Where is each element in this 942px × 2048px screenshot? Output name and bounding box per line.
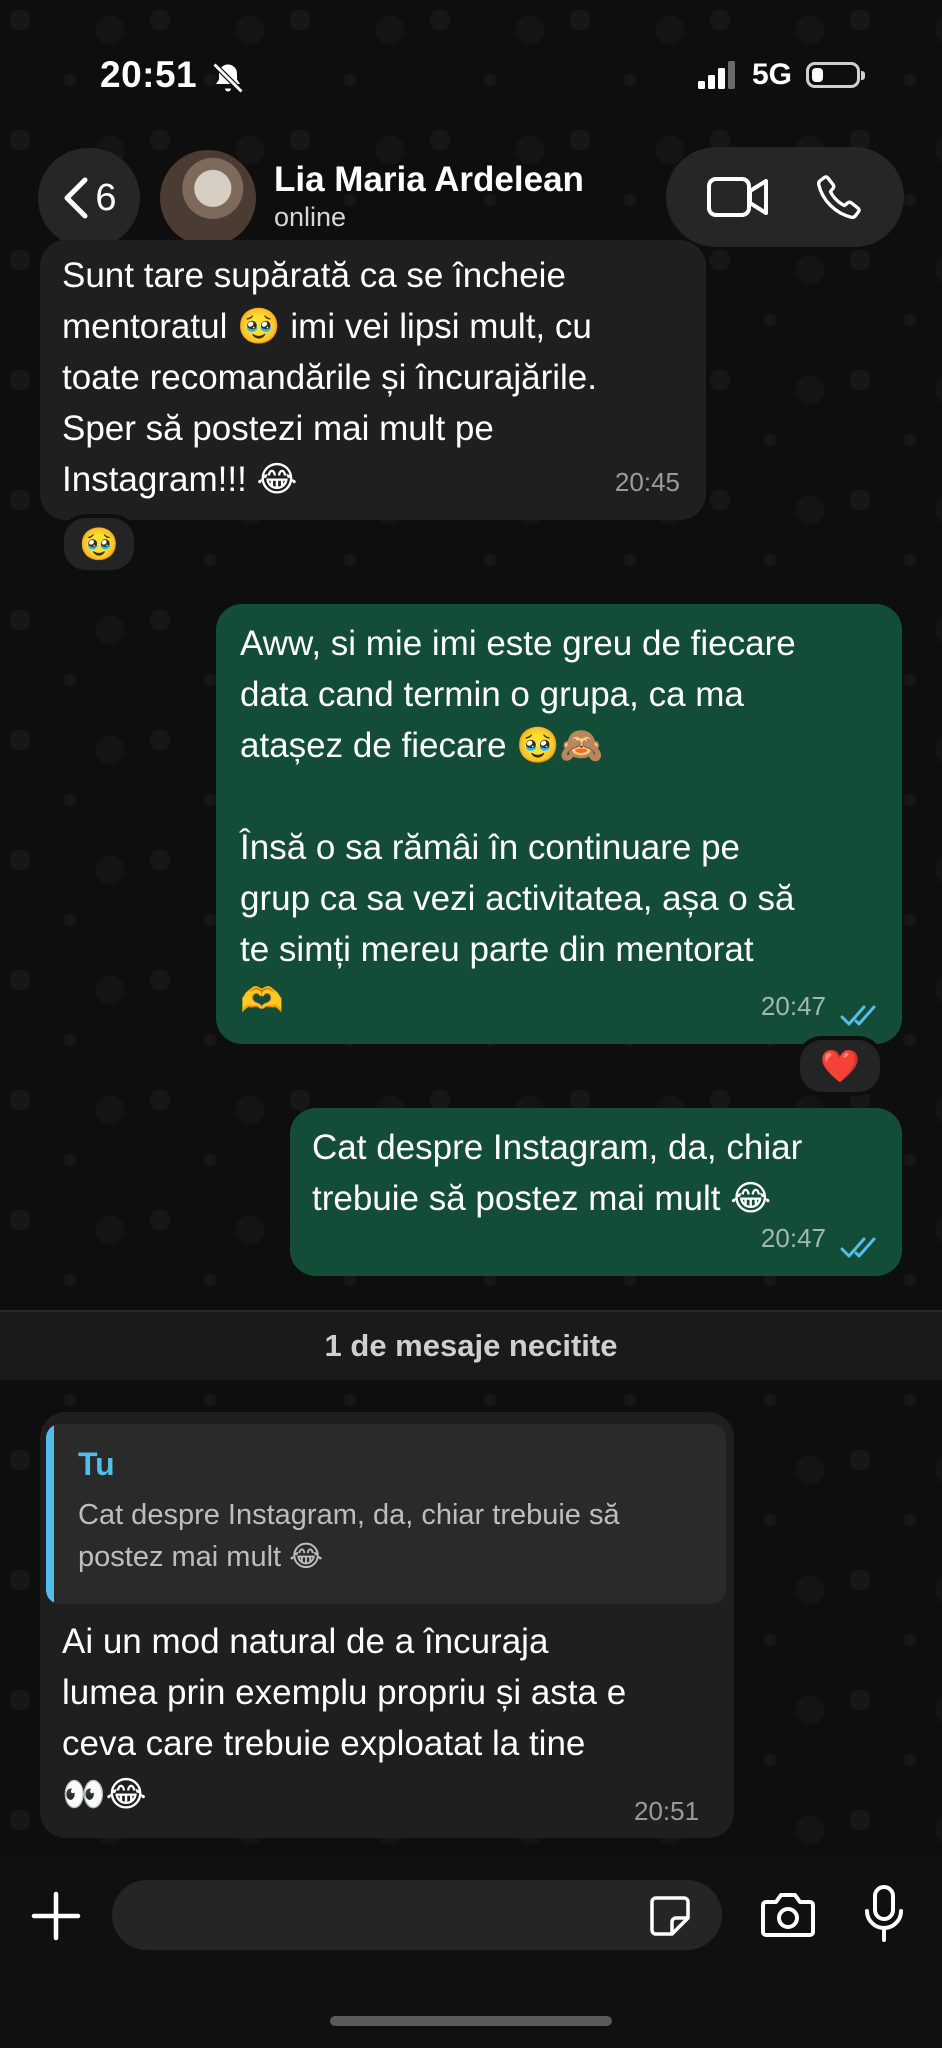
signal-icon xyxy=(697,61,735,89)
unread-messages-divider: 1 de mesaje necitite xyxy=(0,1312,942,1380)
quote-text: Cat despre Instagram, da, chiar trebuie … xyxy=(78,1499,620,1573)
phone-call-icon[interactable] xyxy=(814,172,864,222)
bell-muted-icon xyxy=(212,62,244,94)
message-time: 20:47 xyxy=(760,1223,826,1253)
message-reaction[interactable]: ❤️ xyxy=(796,1036,884,1096)
chevron-left-icon xyxy=(64,177,88,219)
message-time: 20:51 xyxy=(634,1796,700,1826)
home-indicator xyxy=(330,2016,612,2026)
message-reaction[interactable]: 🥹 xyxy=(60,514,138,574)
message-input[interactable] xyxy=(112,1880,722,1950)
quoted-message[interactable]: Tu Cat despre Instagram, da, chiar trebu… xyxy=(46,1424,726,1604)
call-actions xyxy=(666,147,904,247)
message-time: 20:45 xyxy=(614,467,680,497)
contact-avatar[interactable] xyxy=(160,150,256,246)
message-time: 20:47 xyxy=(760,991,826,1021)
double-check-icon xyxy=(840,1237,876,1258)
double-check-icon xyxy=(840,1005,876,1026)
message-outgoing[interactable]: Aww, si mie imi este greu de fiecare dat… xyxy=(216,604,902,1044)
microphone-icon[interactable] xyxy=(862,1884,906,1944)
message-incoming[interactable]: Sunt tare supărată ca se încheie mentora… xyxy=(40,240,706,520)
message-text: Sunt tare supărată ca se încheie mentora… xyxy=(62,256,597,499)
unread-chats-count: 6 xyxy=(95,176,117,219)
video-call-icon[interactable] xyxy=(706,175,770,219)
message-text: Ai un mod natural de a încuraja lumea pr… xyxy=(62,1622,627,1814)
message-outgoing[interactable]: Cat despre Instagram, da, chiar trebuie … xyxy=(290,1108,902,1276)
back-button[interactable]: 6 xyxy=(38,148,140,248)
message-text: Aww, si mie imi este greu de fiecare dat… xyxy=(240,624,796,1020)
message-text: Cat despre Instagram, da, chiar trebuie … xyxy=(312,1128,803,1218)
battery-icon xyxy=(806,62,865,88)
status-time: 20:51 xyxy=(100,54,198,95)
quote-author: Tu xyxy=(78,1446,115,1482)
network-label: 5G xyxy=(751,58,792,91)
quote-accent-bar xyxy=(46,1424,54,1604)
sticker-icon[interactable] xyxy=(648,1894,692,1938)
status-indicators: 5G xyxy=(697,58,865,92)
camera-icon[interactable] xyxy=(760,1888,816,1940)
contact-status: online xyxy=(274,202,347,232)
plus-icon[interactable] xyxy=(28,1888,84,1944)
contact-name[interactable]: Lia Maria Ardelean xyxy=(274,160,584,200)
